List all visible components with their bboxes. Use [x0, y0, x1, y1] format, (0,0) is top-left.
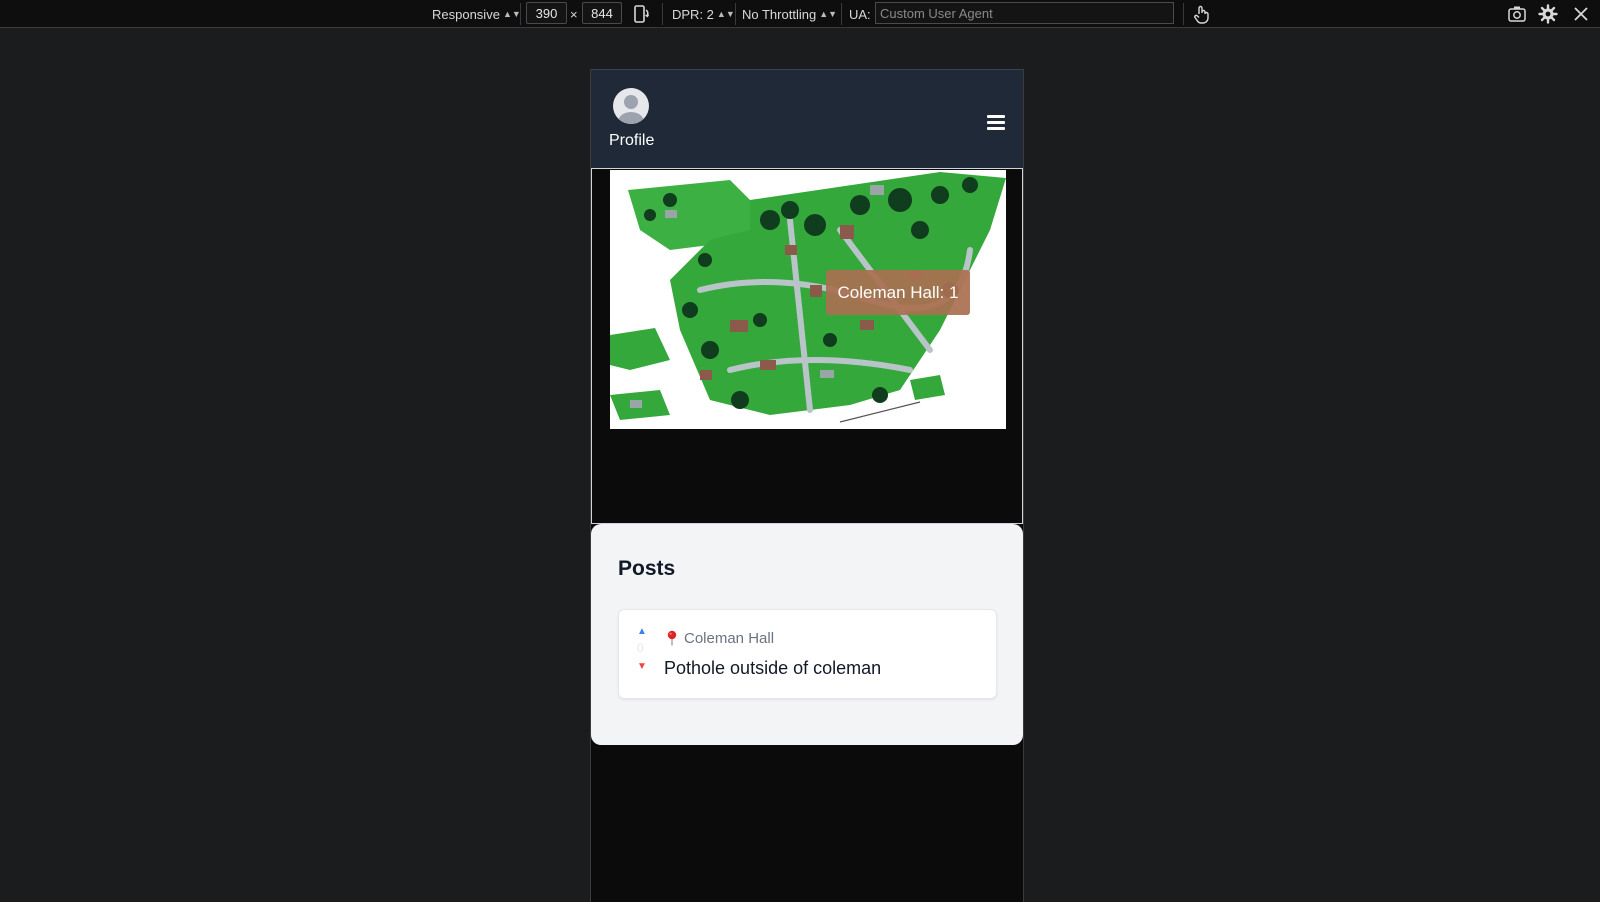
toolbar-divider [662, 3, 663, 25]
toolbar-divider [735, 3, 736, 25]
app-header: Profile [591, 69, 1023, 168]
ua-label: UA: [849, 6, 871, 22]
posts-panel: Posts ▲ 0 ▼ Coleman Hall Pothole outside… [591, 524, 1023, 745]
post-text[interactable]: Pothole outside of coleman [664, 658, 881, 679]
vote-count: 0 [637, 641, 644, 655]
upvote-icon[interactable]: ▲ [637, 626, 647, 637]
posts-heading: Posts [618, 557, 676, 580]
device-viewport: Profile Coleman Hall: 1 Posts ▲ 0 ▼ Cole… [590, 69, 1024, 902]
dpr-select[interactable]: DPR: 2 ▲▼ [672, 0, 735, 28]
throttling-label: No Throttling [742, 6, 817, 22]
rotate-icon[interactable] [630, 3, 652, 25]
toolbar-divider [1183, 3, 1184, 25]
toolbar-divider [841, 3, 842, 25]
viewport-height-input[interactable]: 844 [582, 2, 622, 24]
user-agent-input[interactable] [875, 2, 1174, 24]
close-icon[interactable] [1570, 3, 1592, 25]
touch-icon[interactable] [1190, 3, 1212, 25]
campus-map-container: Coleman Hall: 1 [591, 168, 1023, 524]
location-pin-icon [666, 630, 678, 646]
device-mode-label: Responsive [432, 6, 500, 22]
post-card[interactable]: ▲ 0 ▼ Coleman Hall Pothole outside of co… [618, 609, 997, 699]
profile-link[interactable]: Profile [609, 132, 654, 150]
hamburger-menu-icon[interactable] [987, 115, 1005, 131]
dimension-separator: × [570, 6, 578, 22]
devtools-toolbar: Responsive ▲▼ 390 × 844 DPR: 2 ▲▼ No Throt… [0, 0, 1600, 28]
avatar-icon[interactable] [613, 88, 649, 124]
map-location-tooltip: Coleman Hall: 1 [826, 270, 970, 315]
dpr-label: DPR: 2 [672, 6, 714, 22]
viewport-width-input[interactable]: 390 [526, 2, 567, 24]
post-location[interactable]: Coleman Hall [684, 630, 774, 647]
device-mode-select[interactable]: Responsive ▲▼ [432, 0, 521, 28]
toolbar-divider [520, 3, 521, 25]
throttling-select[interactable]: No Throttling ▲▼ [742, 0, 837, 28]
downvote-icon[interactable]: ▼ [637, 661, 647, 672]
screenshot-icon[interactable] [1506, 3, 1528, 25]
settings-icon[interactable] [1537, 3, 1559, 25]
